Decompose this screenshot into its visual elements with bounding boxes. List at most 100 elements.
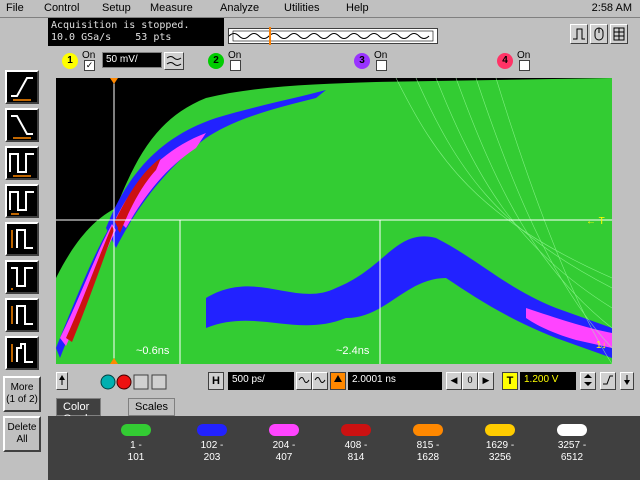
mouse-mode-button[interactable] [590,24,608,44]
period-button[interactable] [5,146,39,180]
keypad-mode-button[interactable] [610,24,628,44]
channel-1-badge[interactable]: 1 [62,53,78,69]
horizontal-scale-field[interactable]: 500 ps/ [228,372,294,390]
channel-3-checkbox[interactable] [376,60,387,71]
waveform-mode-button[interactable] [570,24,588,44]
run-controls [100,374,168,393]
rise-edge-icon [11,77,33,101]
legend-label: 408 - 814 [344,440,368,463]
legend-swatch [557,424,587,436]
fine-knob-icon [314,377,326,383]
tab-color-grade[interactable]: Color Grade [56,398,101,425]
legend-item: 408 - 814 [328,424,384,464]
delay-zero-button[interactable]: 0 [462,372,478,390]
channel-4-badge[interactable]: 4 [497,53,513,69]
trigger-level-stepper[interactable] [580,372,596,390]
minus-width-icon [11,267,33,290]
legend-swatch [485,424,515,436]
delay-tag[interactable] [330,372,346,390]
legend-label: 1629 - 3256 [485,440,515,463]
legend-swatch [197,424,227,436]
menu-measure[interactable]: Measure [150,2,193,14]
overview-position-marker[interactable] [269,27,271,45]
legend-swatch [413,424,443,436]
channel-3-badge[interactable]: 3 [354,53,370,69]
trigger-marker-label: ← T [586,216,605,227]
marker-1-label: ~0.6ns [136,345,170,357]
delay-step-left-button[interactable]: ◀ [446,372,462,390]
single-icon [133,374,149,390]
frequency-icon [9,191,34,215]
menu-file[interactable]: File [6,2,24,14]
menu-analyze[interactable]: Analyze [220,2,259,14]
horizontal-delay-field[interactable]: 2.0001 ns [348,372,442,390]
frequency-button[interactable] [5,184,39,218]
control-row: H 500 ps/ 2.0001 ns ◀ 0 ▶ T 1.200 V [0,370,640,398]
delay-icon [334,375,342,382]
status-line-2: 10.0 GSa/s 53 pts [51,32,172,43]
up-arrow-icon [59,375,65,385]
legend-swatch [341,424,371,436]
waveform-overview[interactable] [228,27,438,45]
channel-2-checkbox[interactable] [230,60,241,71]
horizontal-tag[interactable]: H [208,372,224,390]
minus-width-button[interactable] [5,260,39,294]
rise-time-button[interactable] [5,70,39,104]
print-icon [151,374,167,390]
pulse-icon [573,28,585,40]
slope-icon [603,375,613,385]
legend-label: 815 - 1628 [416,440,440,463]
peak-to-peak-button[interactable] [5,336,39,370]
period-icon [9,153,34,177]
amplitude-button[interactable] [5,298,39,332]
tab-scales[interactable]: Scales [128,398,176,416]
horizontal-fine-stepper[interactable] [312,372,328,390]
channel-1-scale-stepper[interactable] [164,52,184,70]
legend-item: 1 - 101 [108,424,164,464]
channel-1-checkbox[interactable]: ✓ [84,60,95,71]
marker-2-label: ~2.4ns [336,345,370,357]
channel-1-scale-field[interactable]: 50 mV/ [102,52,162,68]
status-line-1: Acquisition is stopped. [51,20,190,31]
menu-bar: File Control Setup Measure Analyze Utili… [0,0,640,18]
channel-4-checkbox[interactable] [519,60,530,71]
menu-help[interactable]: Help [346,2,369,14]
legend-item: 3257 - 6512 [544,424,600,464]
knob-icon [298,377,310,383]
legend-swatch [121,424,151,436]
channel-2-badge[interactable]: 2 [208,53,224,69]
legend-item: 1629 - 3256 [472,424,528,464]
run-icon [100,374,116,390]
legend-swatch [269,424,299,436]
plus-width-icon [11,229,33,249]
down-arrow-icon [624,375,630,385]
up-arrow-button[interactable] [56,372,68,390]
menu-setup[interactable]: Setup [102,2,131,14]
peak-to-peak-icon [11,343,33,363]
stop-icon [116,374,132,390]
trigger-slope-button[interactable] [600,372,616,390]
down-arrow-button[interactable] [620,372,634,390]
level-marker-label: 1↓ [596,340,607,351]
scope-window: File Control Setup Measure Analyze Utili… [0,0,640,480]
horizontal-scale-stepper[interactable] [296,372,312,390]
legend-label: 1 - 101 [127,440,145,463]
scope-display[interactable]: ~0.6ns ~2.4ns ← T 1↓ [56,78,612,364]
trigger-tag[interactable]: T [502,372,518,390]
clock: 2:58 AM [591,2,632,14]
plus-width-button[interactable] [5,222,39,256]
measurement-toolbar: More (1 of 2) Delete All [0,68,44,480]
legend-item: 102 - 203 [184,424,240,464]
keypad-icon [613,27,625,41]
trigger-level-field[interactable]: 1.200 V [520,372,576,390]
run-stop-icons [100,374,167,390]
acquisition-status: Acquisition is stopped. 10.0 GSa/s 53 pt… [48,18,224,46]
menu-control[interactable]: Control [44,2,79,14]
stepper-wave-icon [166,56,182,66]
up-down-icon [584,374,592,386]
mouse-icon [594,27,604,41]
menu-utilities[interactable]: Utilities [284,2,319,14]
delete-all-button[interactable]: Delete All [3,416,41,452]
delay-step-right-button[interactable]: ▶ [478,372,494,390]
fall-time-button[interactable] [5,108,39,142]
